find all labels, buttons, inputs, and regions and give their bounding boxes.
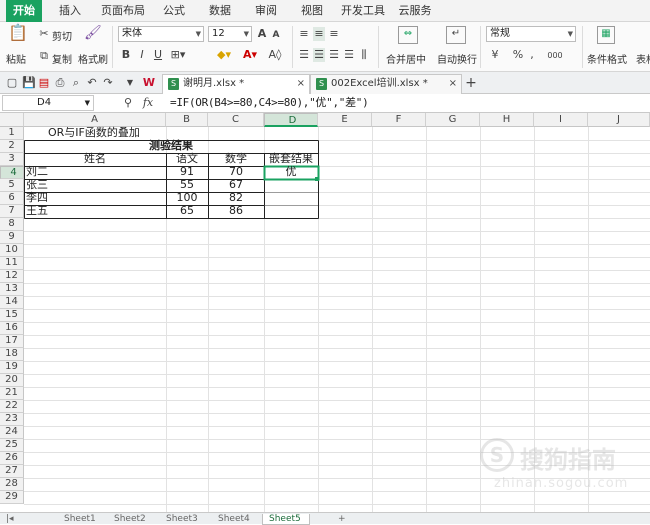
name-cell[interactable]: 刘二: [26, 166, 48, 178]
header-chinese-cell[interactable]: 语文: [166, 153, 208, 165]
add-sheet-icon[interactable]: +: [338, 514, 350, 525]
chinese-score-cell[interactable]: 55: [166, 179, 208, 191]
table-title-cell[interactable]: 测验结果: [24, 140, 318, 152]
sheet-tab-active[interactable]: Sheet5: [262, 514, 310, 525]
name-cell[interactable]: 张三: [26, 179, 48, 191]
math-score-cell[interactable]: 82: [208, 192, 264, 204]
math-score-cell[interactable]: 86: [208, 205, 264, 217]
cell-a1[interactable]: OR与IF函数的叠加: [48, 127, 140, 139]
math-score-cell[interactable]: 70: [208, 166, 264, 178]
chinese-score-cell[interactable]: 91: [166, 166, 208, 178]
header-math-cell[interactable]: 数学: [208, 153, 264, 165]
sheet-tab[interactable]: Sheet4: [218, 514, 250, 525]
first-sheet-nav-icon[interactable]: |◂: [6, 514, 24, 525]
sogou-watermark: S 搜狗指南 zhinan.sogou.com: [480, 434, 640, 494]
header-result-cell[interactable]: 嵌套结果: [264, 153, 318, 165]
math-score-cell[interactable]: 67: [208, 179, 264, 191]
sheet-tab[interactable]: Sheet1: [64, 514, 96, 525]
result-cell-active[interactable]: 优: [264, 166, 318, 178]
chinese-score-cell[interactable]: 65: [166, 205, 208, 217]
sheet-tab[interactable]: Sheet3: [166, 514, 198, 525]
watermark-url: zhinan.sogou.com: [494, 476, 629, 491]
header-name-cell[interactable]: 姓名: [24, 153, 166, 165]
watermark-title: 搜狗指南: [520, 446, 616, 474]
name-cell[interactable]: 王五: [26, 205, 48, 217]
sheet-tab-bar: |◂ Sheet1 Sheet2 Sheet3 Sheet4 Sheet5 +: [0, 512, 650, 525]
chinese-score-cell[interactable]: 100: [166, 192, 208, 204]
sogou-logo-icon: S: [480, 438, 514, 472]
name-cell[interactable]: 李四: [26, 192, 48, 204]
sheet-tab[interactable]: Sheet2: [114, 514, 146, 525]
